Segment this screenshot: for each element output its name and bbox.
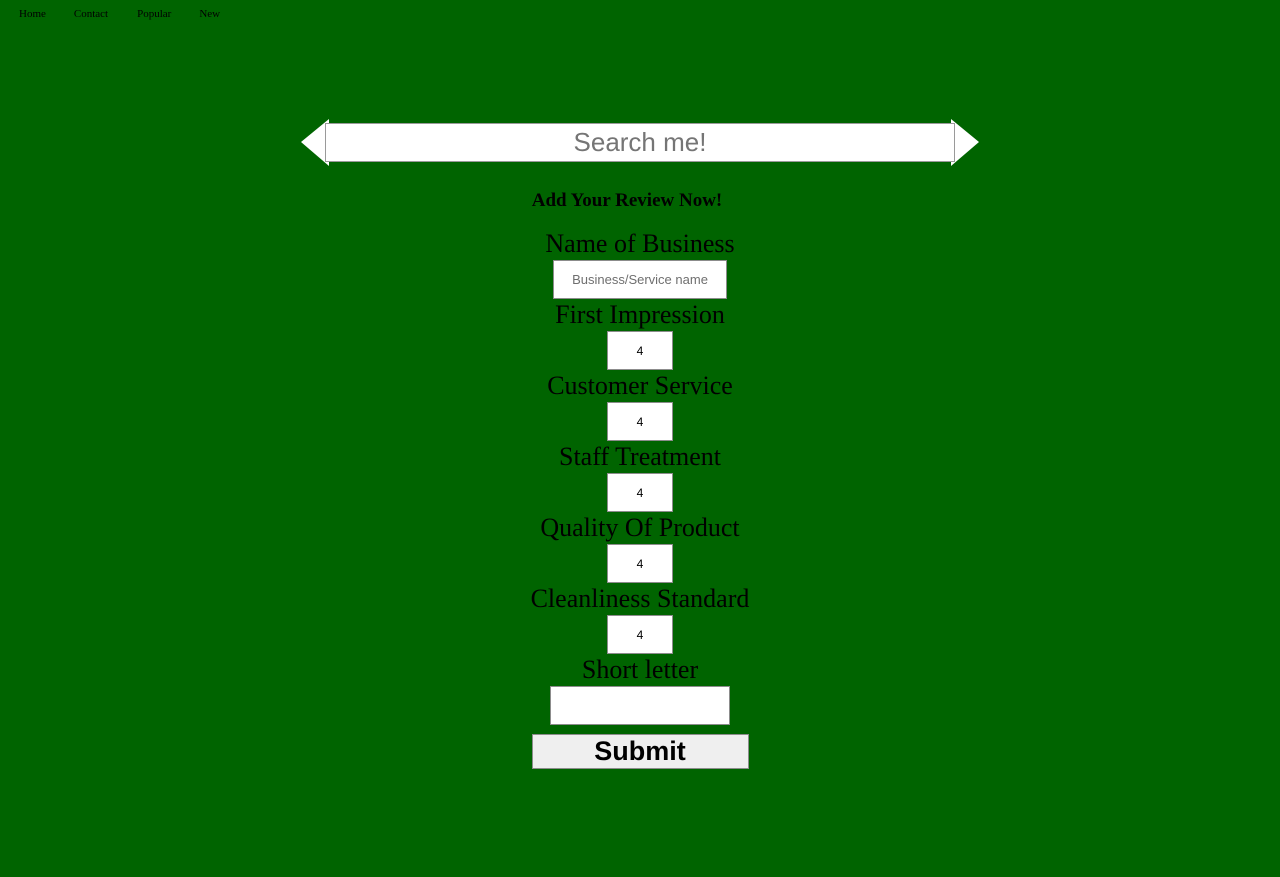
nav-link-home[interactable]: Home [19,0,46,20]
business-name-label: Name of Business [545,229,735,258]
submit-button[interactable]: Submit [531,734,749,769]
top-nav: Home Contact Popular New [0,0,220,30]
staff-treatment-input[interactable] [607,473,673,512]
nav-link-popular[interactable]: Popular [137,0,171,20]
search-input[interactable] [325,123,955,162]
quality-of-product-label: Quality Of Product [540,513,740,542]
business-name-input[interactable] [553,260,727,299]
short-letter-label: Short letter [581,655,699,684]
nav-link-new[interactable]: New [199,0,220,20]
short-letter-input[interactable] [550,686,730,725]
search-bar [301,119,979,166]
nav-link-contact[interactable]: Contact [74,0,108,20]
form-title: Add Your Review Now! [531,190,723,211]
customer-service-input[interactable] [607,402,673,441]
cleanliness-standard-label: Cleanliness Standard [530,584,750,613]
first-impression-label: First Impression [555,300,725,329]
review-form: Name of Business First Impression Custom… [0,228,1280,769]
staff-treatment-label: Staff Treatment [558,442,722,471]
quality-of-product-input[interactable] [607,544,673,583]
search-right-arrow-decoration [951,119,979,166]
customer-service-label: Customer Service [547,371,733,400]
first-impression-input[interactable] [607,331,673,370]
cleanliness-standard-input[interactable] [607,615,673,654]
